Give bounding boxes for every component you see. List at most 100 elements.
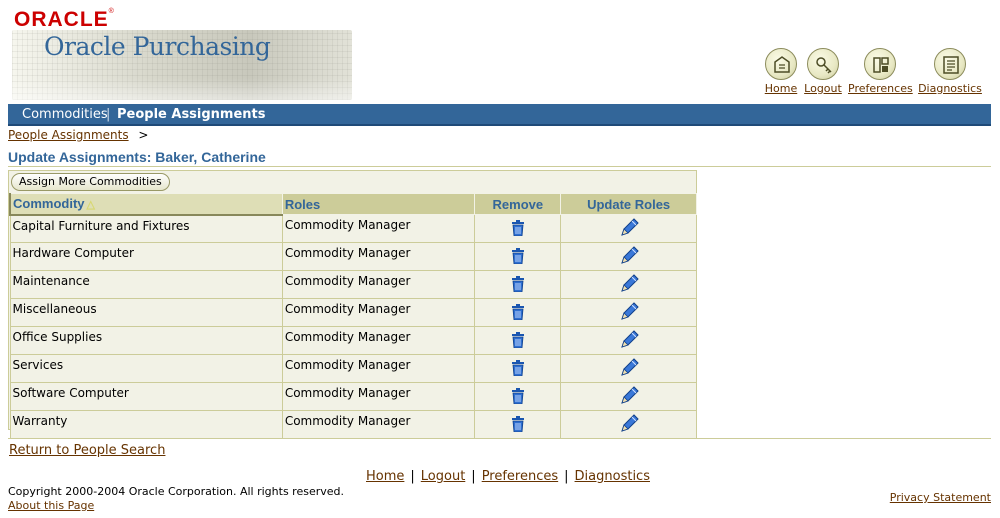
column-header-remove: Remove (474, 193, 562, 215)
trash-icon[interactable] (511, 304, 525, 323)
breadcrumb-people-assignments[interactable]: People Assignments (8, 128, 129, 142)
sort-ascending-icon: △ (86, 199, 95, 212)
update-roles-cell (560, 242, 697, 271)
column-header-update-roles: Update Roles (560, 193, 697, 215)
role-cell: Commodity Manager (281, 298, 476, 327)
privacy-statement-link[interactable]: Privacy Statement (890, 491, 991, 504)
breadcrumb: People Assignments > (8, 128, 148, 142)
bottom-divider (8, 438, 991, 439)
pencil-icon[interactable] (618, 274, 640, 298)
commodity-cell: Miscellaneous (9, 298, 283, 327)
footer-logout-link[interactable]: Logout (421, 469, 466, 484)
footer-separator: | (471, 469, 476, 484)
update-roles-cell (560, 410, 697, 439)
trash-icon[interactable] (511, 332, 525, 351)
role-cell: Commodity Manager (281, 214, 476, 243)
remove-cell (474, 214, 562, 243)
tab-commodities[interactable]: Commodities (22, 107, 108, 122)
footer-links: Home | Logout | Preferences | Diagnostics (366, 469, 650, 484)
trash-icon[interactable] (511, 248, 525, 267)
commodity-cell: Services (9, 354, 283, 383)
global-diagnostics-link[interactable]: Diagnostics (918, 82, 982, 95)
pencil-icon[interactable] (618, 414, 640, 438)
oracle-logo: ORACLE® (14, 8, 115, 31)
pencil-icon[interactable] (618, 302, 640, 326)
trash-icon[interactable] (511, 220, 525, 239)
table-row: Miscellaneous Commodity Manager (9, 298, 697, 327)
branding-area: ORACLE® Oracle Purchasing (8, 6, 352, 100)
footer-home-link[interactable]: Home (366, 469, 404, 484)
title-divider (8, 166, 991, 167)
role-cell: Commodity Manager (281, 326, 476, 355)
pencil-icon[interactable] (618, 330, 640, 354)
trash-icon[interactable] (511, 360, 525, 379)
breadcrumb-separator: > (138, 128, 149, 142)
update-roles-cell (560, 354, 697, 383)
global-logout-link[interactable]: Logout (804, 82, 842, 95)
role-cell: Commodity Manager (281, 410, 476, 439)
page-title: Update Assignments: Baker, Catherine (8, 149, 266, 165)
pencil-icon[interactable] (618, 246, 640, 270)
tab-people-assignments[interactable]: People Assignments (117, 107, 266, 122)
remove-cell (474, 242, 562, 271)
role-cell: Commodity Manager (281, 270, 476, 299)
table-row: Office Supplies Commodity Manager (9, 326, 697, 355)
role-cell: Commodity Manager (281, 382, 476, 411)
preferences-icon[interactable] (864, 48, 896, 80)
global-logout-button[interactable]: Logout (791, 48, 855, 95)
table-row: Warranty Commodity Manager (9, 410, 697, 439)
footer-separator: | (564, 469, 569, 484)
about-this-page-link[interactable]: About this Page (8, 499, 94, 512)
column-header-roles: Roles (281, 193, 476, 215)
remove-cell (474, 382, 562, 411)
global-preferences-link[interactable]: Preferences (848, 82, 913, 95)
commodity-cell: Hardware Computer (9, 242, 283, 271)
remove-cell (474, 354, 562, 383)
remove-cell (474, 298, 562, 327)
global-buttons: Home Logout Preferences Diagnostics (765, 48, 992, 98)
remove-cell (474, 410, 562, 439)
global-diagnostics-button[interactable]: Diagnostics (918, 48, 982, 95)
diagnostics-icon[interactable] (934, 48, 966, 80)
pencil-icon[interactable] (618, 386, 640, 410)
footer-diagnostics-link[interactable]: Diagnostics (575, 469, 650, 484)
table-row: Maintenance Commodity Manager (9, 270, 697, 299)
update-roles-cell (560, 298, 697, 327)
trash-icon[interactable] (511, 416, 525, 435)
update-roles-cell (560, 214, 697, 243)
assign-more-commodities-button[interactable]: Assign More Commodities (11, 173, 170, 191)
tab-bar: Commodities | People Assignments (8, 104, 991, 126)
trash-icon[interactable] (511, 388, 525, 407)
commodity-cell: Software Computer (9, 382, 283, 411)
commodity-cell: Office Supplies (9, 326, 283, 355)
global-preferences-button[interactable]: Preferences (848, 48, 913, 95)
tab-separator: | (106, 107, 111, 122)
table-row: Hardware Computer Commodity Manager (9, 242, 697, 271)
table-row: Services Commodity Manager (9, 354, 697, 383)
update-roles-cell (560, 382, 697, 411)
table-row: Capital Furniture and Fixtures Commodity … (9, 214, 697, 243)
update-roles-cell (560, 326, 697, 355)
table-body: Capital Furniture and Fixtures Commodity … (9, 214, 697, 439)
assignments-table: Commodity △ Roles Remove Update Roles Cap… (8, 193, 697, 439)
remove-cell (474, 270, 562, 299)
copyright-text: Copyright 2000-2004 Oracle Corporation. … (8, 485, 344, 498)
pencil-icon[interactable] (618, 218, 640, 242)
remove-cell (474, 326, 562, 355)
table-row: Software Computer Commodity Manager (9, 382, 697, 411)
trash-icon[interactable] (511, 276, 525, 295)
footer-preferences-link[interactable]: Preferences (482, 469, 558, 484)
role-cell: Commodity Manager (281, 242, 476, 271)
app-name: Oracle Purchasing (44, 32, 271, 61)
footer-separator: | (410, 469, 415, 484)
update-roles-cell (560, 270, 697, 299)
role-cell: Commodity Manager (281, 354, 476, 383)
return-to-people-search-link[interactable]: Return to People Search (9, 443, 165, 458)
pencil-icon[interactable] (618, 358, 640, 382)
commodity-cell: Maintenance (9, 270, 283, 299)
assignments-table-container: Assign More Commodities Commodity △ Roles… (8, 170, 697, 439)
column-header-commodity[interactable]: Commodity △ (8, 193, 283, 216)
logout-icon[interactable] (807, 48, 839, 80)
commodity-cell: Warranty (9, 410, 283, 439)
commodity-cell: Capital Furniture and Fixtures (9, 214, 283, 243)
